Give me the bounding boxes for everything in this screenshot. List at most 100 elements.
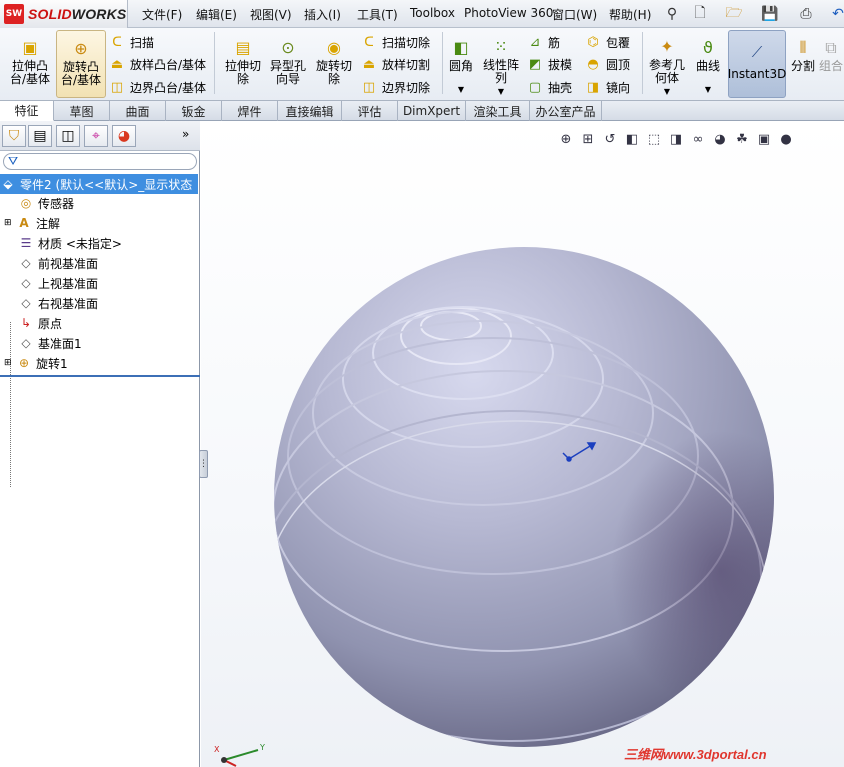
menu-tools[interactable]: 工具(T)	[357, 6, 398, 23]
tree-item-front-plane[interactable]: ◇ 前视基准面	[18, 253, 198, 273]
tree-item-label: 材质 <未指定>	[38, 236, 122, 251]
reference-geometry-dropdown-icon[interactable]: ▼	[664, 85, 670, 98]
rib-label: 筋	[548, 35, 561, 50]
wrap-button[interactable]: ⌬ 包覆	[584, 32, 630, 52]
instant3d-button[interactable]: ⟋ Instant3D	[728, 30, 786, 98]
curves-button[interactable]: ϑ 曲线 ▼	[692, 30, 724, 98]
expand-tabs-icon[interactable]: »	[182, 127, 189, 141]
extrude-boss-label: 拉伸凸 台/基体	[9, 59, 51, 86]
dome-icon: ◓	[587, 56, 599, 72]
boundary-cut-button[interactable]: ◫ 边界切除	[360, 77, 430, 97]
rib-button[interactable]: ⊿ 筋	[526, 32, 560, 52]
tree-item-revolve1[interactable]: ⊞ ⊕ 旋转1	[4, 353, 198, 373]
menu-view[interactable]: 视图(V)	[250, 6, 292, 23]
tab-direct-editing[interactable]: 直接编辑	[278, 101, 342, 121]
rollback-bar[interactable]	[0, 375, 200, 377]
tree-item-top-plane[interactable]: ◇ 上视基准面	[18, 273, 198, 293]
menu-file[interactable]: 文件(F)	[142, 6, 182, 23]
pin-icon[interactable]: ⚲	[662, 4, 682, 24]
extrude-cut-button[interactable]: ▤ 拉伸切 除	[222, 30, 264, 98]
tree-item-annotations[interactable]: ⊞ A 注解	[4, 213, 198, 233]
tab-dimxpert[interactable]: DimXpert	[398, 101, 466, 121]
combine-button[interactable]: ⧉ 组合	[818, 30, 844, 98]
revolve-cut-icon: ◉	[327, 37, 341, 57]
hole-wizard-button[interactable]: ⊙ 异型孔 向导	[266, 30, 310, 98]
instant3d-label: Instant3D	[727, 67, 787, 81]
print-icon[interactable]: ⎙	[796, 4, 816, 24]
tree-item-sensors[interactable]: ◎ 传感器	[18, 193, 198, 213]
expand-icon[interactable]: ⊞	[4, 358, 16, 368]
linear-pattern-dropdown-icon[interactable]: ▼	[498, 85, 504, 98]
ribbon-separator	[642, 32, 643, 94]
lofted-cut-icon: ⏏	[362, 56, 376, 72]
display-manager-tab-icon[interactable]: ◕	[112, 125, 136, 147]
combine-label: 组合	[818, 59, 843, 73]
tab-surfaces[interactable]: 曲面	[110, 101, 166, 121]
dimxpert-manager-tab-icon[interactable]: ⌖	[84, 125, 108, 147]
solidworks-logo[interactable]: SW SOLIDWORKS	[0, 0, 128, 28]
property-manager-tab-icon[interactable]: ▤	[28, 125, 52, 147]
loft-boss-button[interactable]: ⏏ 放样凸台/基体	[108, 54, 206, 74]
reference-geometry-label: 参考几 何体	[648, 58, 685, 85]
tab-features[interactable]: 特征	[0, 101, 54, 121]
menu-insert[interactable]: 插入(I)	[304, 6, 341, 23]
reference-geometry-button[interactable]: ✦ 参考几 何体 ▼	[646, 30, 688, 98]
combine-icon: ⧉	[825, 37, 837, 57]
tree-item-origin[interactable]: ↳ 原点	[18, 313, 198, 333]
tree-filter[interactable]: ⛛	[3, 153, 197, 170]
configuration-manager-tab-icon[interactable]: ◫	[56, 125, 80, 147]
menu-photoview[interactable]: PhotoView 360	[464, 6, 553, 20]
swept-cut-button[interactable]: ᑕ 扫描切除	[360, 32, 430, 52]
shell-label: 抽壳	[548, 80, 573, 95]
tree-item-plane1[interactable]: ◇ 基准面1	[18, 333, 198, 353]
revolve-boss-button[interactable]: ⊕ 旋转凸 台/基体	[56, 30, 106, 98]
triad-x-label: X	[214, 745, 220, 754]
fillet-button[interactable]: ◧ 圆角 ▼	[446, 30, 476, 98]
shell-button[interactable]: ▢ 抽壳	[526, 77, 572, 97]
lofted-cut-button[interactable]: ⏏ 放样切割	[360, 54, 430, 74]
draft-label: 拔模	[548, 57, 573, 72]
revolve-boss-label: 旋转凸 台/基体	[60, 60, 102, 87]
curves-dropdown-icon[interactable]: ▼	[705, 83, 711, 96]
revolve-icon: ⊕	[18, 356, 30, 370]
tree-item-right-plane[interactable]: ◇ 右视基准面	[18, 293, 198, 313]
expand-icon[interactable]: ⊞	[4, 218, 16, 228]
tree-item-material[interactable]: ☰ 材质 <未指定>	[18, 233, 198, 253]
tab-sheet-metal[interactable]: 钣金	[166, 101, 222, 121]
boundary-boss-label: 边界凸台/基体	[130, 80, 207, 95]
dome-button[interactable]: ◓ 圆顶	[584, 54, 630, 74]
menu-toolbox[interactable]: Toolbox	[410, 6, 455, 20]
tree-item-label: 注解	[36, 216, 61, 231]
filter-icon: ⛛	[8, 154, 19, 168]
undo-icon[interactable]: ↶	[828, 4, 844, 24]
sphere-model[interactable]	[201, 121, 844, 767]
save-icon[interactable]: 💾	[760, 4, 780, 24]
tree-item-label: 旋转1	[36, 356, 68, 371]
menu-edit[interactable]: 编辑(E)	[196, 6, 237, 23]
tab-weldments[interactable]: 焊件	[222, 101, 278, 121]
sweep-label: 扫描	[130, 35, 155, 50]
tree-root-part[interactable]: ⬙ 零件2 (默认<<默认>_显示状态	[0, 174, 198, 194]
revolve-boss-icon: ⊕	[74, 38, 88, 58]
extrude-boss-button[interactable]: ▣ 拉伸凸 台/基体	[6, 30, 54, 98]
menu-window[interactable]: 窗口(W)	[552, 6, 597, 23]
new-document-icon[interactable]: 🗋	[690, 4, 710, 24]
sweep-button[interactable]: ᑕ 扫描	[108, 32, 154, 52]
open-folder-icon[interactable]: 🗁	[724, 4, 744, 24]
draft-button[interactable]: ◩ 拔模	[526, 54, 572, 74]
fillet-dropdown-icon[interactable]: ▼	[458, 83, 464, 96]
boundary-boss-button[interactable]: ◫ 边界凸台/基体	[108, 77, 206, 97]
tab-office-products[interactable]: 办公室产品	[530, 101, 602, 121]
menu-help[interactable]: 帮助(H)	[609, 6, 651, 23]
mirror-button[interactable]: ◨ 镜向	[584, 77, 630, 97]
wrap-label: 包覆	[606, 35, 631, 50]
tab-render-tools[interactable]: 渲染工具	[466, 101, 530, 121]
tab-evaluate[interactable]: 评估	[342, 101, 398, 121]
revolve-cut-button[interactable]: ◉ 旋转切 除	[312, 30, 356, 98]
triad-y-label: Y	[259, 743, 265, 752]
linear-pattern-label: 线性阵 列	[482, 58, 519, 85]
tab-sketch[interactable]: 草图	[54, 101, 110, 121]
feature-manager-tab-icon[interactable]: ⛉	[2, 125, 26, 147]
linear-pattern-button[interactable]: ⁙ 线性阵 列 ▼	[480, 30, 522, 98]
split-button[interactable]: ⫴ 分割	[790, 30, 816, 98]
